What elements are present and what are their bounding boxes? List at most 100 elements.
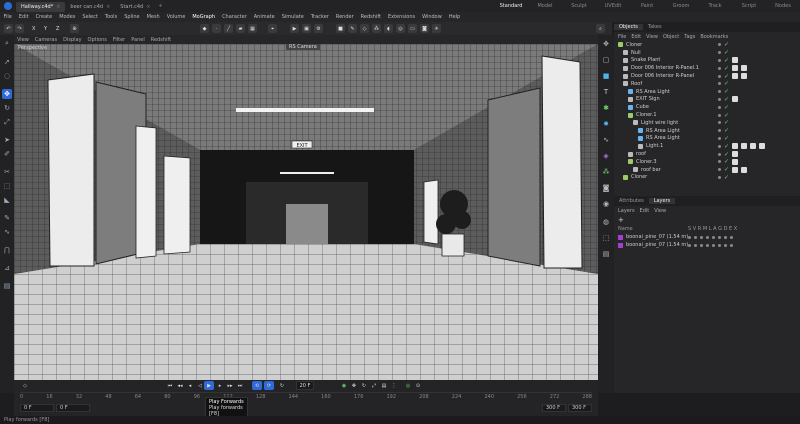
object-visibility-flags[interactable]: ✓ bbox=[718, 127, 729, 134]
model-mode-icon[interactable]: ◆ bbox=[200, 24, 209, 33]
keyframe-icon[interactable]: ◇ bbox=[20, 381, 30, 390]
timeline-ruler[interactable]: 0163248648096112128144160176192208224240… bbox=[20, 392, 592, 401]
object-row[interactable]: Cube ✓ bbox=[614, 103, 800, 111]
menu-select[interactable]: Select bbox=[79, 14, 101, 20]
render-picture-viewer-icon[interactable]: ▣ bbox=[302, 24, 311, 33]
preview-end-field[interactable]: 300 F bbox=[542, 404, 566, 412]
magnet-tool-icon[interactable]: ⋂ bbox=[2, 245, 12, 255]
document-tab-hallway[interactable]: Hallway.c4d* × bbox=[16, 1, 66, 12]
rotation-key-icon[interactable]: ↻ bbox=[360, 381, 368, 390]
viewport-menu-redshift[interactable]: Redshift bbox=[148, 37, 174, 43]
object-row[interactable]: Light wire light ✓ bbox=[614, 119, 800, 127]
mograph-icon[interactable]: ⁂ bbox=[601, 167, 611, 177]
add-layer-icon[interactable]: + bbox=[618, 216, 624, 224]
menu-spline[interactable]: Spline bbox=[121, 14, 143, 20]
render-view-icon[interactable]: ▶ bbox=[290, 24, 299, 33]
object-row[interactable]: Cloner.3 ✓ bbox=[614, 158, 800, 166]
layer-color-swatch[interactable] bbox=[618, 234, 623, 240]
object-tag-icon[interactable] bbox=[750, 143, 757, 150]
knife-tool-icon[interactable]: ✂ bbox=[2, 167, 12, 177]
object-tag-icon[interactable] bbox=[732, 151, 739, 158]
autokey-icon[interactable]: ⟳ bbox=[264, 381, 274, 390]
menu-mesh[interactable]: Mesh bbox=[143, 14, 163, 20]
search-commands-icon[interactable]: ⌕ bbox=[2, 38, 12, 48]
cursor-tool-icon[interactable]: ➤ bbox=[2, 135, 12, 145]
object-tag-icon[interactable] bbox=[732, 158, 739, 165]
object-tag-icon[interactable] bbox=[741, 143, 748, 150]
field-icon[interactable]: ◎ bbox=[396, 24, 405, 33]
uv-mode-icon[interactable]: ▦ bbox=[248, 24, 257, 33]
preview-start-field-2[interactable]: 0 F bbox=[56, 404, 90, 412]
menu-create[interactable]: Create bbox=[32, 14, 56, 20]
search-icon[interactable]: ⌕ bbox=[596, 24, 605, 33]
deformer-object-icon[interactable]: ◈ bbox=[601, 151, 611, 161]
menu-animate[interactable]: Animate bbox=[250, 14, 278, 20]
viewport-menu-options[interactable]: Options bbox=[85, 37, 110, 43]
cube-object-icon[interactable]: ■ bbox=[601, 71, 611, 81]
layer-flags[interactable] bbox=[688, 235, 733, 239]
new-tab-icon[interactable]: + bbox=[158, 3, 162, 9]
edges-mode-icon[interactable]: ╱ bbox=[224, 24, 233, 33]
object-row[interactable]: roof bar ✓ bbox=[614, 166, 800, 174]
close-tab-icon[interactable]: × bbox=[56, 4, 60, 10]
object-tag-icon[interactable] bbox=[732, 65, 739, 72]
object-row[interactable]: Door 006 Interior R-Panel.1 ✓ bbox=[614, 64, 800, 72]
objects-menu-edit[interactable]: Edit bbox=[631, 34, 641, 40]
layer-color-swatch[interactable] bbox=[618, 242, 623, 248]
object-visibility-flags[interactable]: ✓ bbox=[718, 158, 739, 165]
object-visibility-flags[interactable]: ✓ bbox=[718, 57, 739, 64]
go-to-start-icon[interactable]: ⏮ bbox=[166, 381, 174, 390]
rotate-tool-icon[interactable]: ↻ bbox=[2, 103, 12, 113]
frame-view-icon[interactable]: ▢ bbox=[601, 55, 611, 65]
object-visibility-flags[interactable]: ✓ bbox=[718, 65, 748, 72]
object-visibility-flags[interactable]: ✓ bbox=[718, 135, 729, 142]
document-tab-beer-can[interactable]: beer can.c4d × bbox=[65, 2, 115, 12]
viewport-menu-view[interactable]: View bbox=[14, 37, 32, 43]
object-row[interactable]: EXIT Sign ✓ bbox=[614, 96, 800, 104]
object-visibility-flags[interactable]: ✓ bbox=[718, 104, 729, 111]
objects-menu-view[interactable]: View bbox=[646, 34, 658, 40]
object-row[interactable]: Cloner.1 ✓ bbox=[614, 111, 800, 119]
viewport-menu-cameras[interactable]: Cameras bbox=[32, 37, 60, 43]
objects-menu-file[interactable]: File bbox=[618, 34, 626, 40]
menu-window[interactable]: Window bbox=[419, 14, 446, 20]
bevel-tool-icon[interactable]: ◣ bbox=[2, 195, 12, 205]
object-tag-icon[interactable] bbox=[741, 65, 748, 72]
menu-mograph[interactable]: MoGraph bbox=[189, 14, 219, 20]
menu-modes[interactable]: Modes bbox=[56, 14, 79, 20]
layers-menu-edit[interactable]: Edit bbox=[640, 208, 650, 214]
tab-attributes[interactable]: Attributes bbox=[614, 198, 649, 204]
objects-menu-tags[interactable]: Tags bbox=[684, 34, 695, 40]
texture-tool-icon[interactable]: ▤ bbox=[2, 281, 12, 291]
menu-simulate[interactable]: Simulate bbox=[278, 14, 307, 20]
object-row[interactable]: RS Area Light ✓ bbox=[614, 135, 800, 143]
render-settings-icon[interactable]: ⚙ bbox=[314, 24, 323, 33]
object-visibility-flags[interactable]: ✓ bbox=[718, 49, 729, 56]
object-row[interactable]: Cloner ✓ bbox=[614, 41, 800, 49]
layout-standard[interactable]: Standard bbox=[494, 3, 528, 9]
key-settings-icon[interactable]: ◎ bbox=[404, 381, 412, 390]
menu-tracker[interactable]: Tracker bbox=[307, 14, 332, 20]
snap-icon[interactable]: ⌖ bbox=[268, 24, 277, 33]
polygons-mode-icon[interactable]: ▰ bbox=[236, 24, 245, 33]
object-tag-icon[interactable] bbox=[741, 166, 748, 173]
layout-uvedit[interactable]: UVEdit bbox=[596, 3, 630, 9]
layers-menu-view[interactable]: View bbox=[654, 208, 666, 214]
preview-end-field-2[interactable]: 300 F bbox=[568, 404, 592, 412]
pla-key-icon[interactable]: ⋮ bbox=[390, 381, 398, 390]
objects-menu-bookmarks[interactable]: Bookmarks bbox=[700, 34, 728, 40]
pen-icon[interactable]: ✎ bbox=[348, 24, 357, 33]
object-tag-icon[interactable] bbox=[741, 73, 748, 80]
position-key-icon[interactable]: ✥ bbox=[350, 381, 358, 390]
object-row[interactable]: Light.1 ✓ bbox=[614, 142, 800, 150]
object-row[interactable]: Door 006 Interior R-Panel ✓ bbox=[614, 72, 800, 80]
text-object-icon[interactable]: T bbox=[601, 87, 611, 97]
next-frame-icon[interactable]: ▸ bbox=[216, 381, 224, 390]
record-keys-icon[interactable]: ⟲ bbox=[252, 381, 262, 390]
axis-y-toggle[interactable]: Y bbox=[42, 24, 49, 33]
object-visibility-flags[interactable]: ✓ bbox=[718, 151, 739, 158]
polygon-pen-icon[interactable]: ✐ bbox=[2, 149, 12, 159]
object-row[interactable]: roof ✓ bbox=[614, 150, 800, 158]
play-forwards-button[interactable]: ▶ bbox=[204, 381, 214, 390]
layer-row[interactable]: boonai_pine_07 (1.54 m) bbox=[614, 233, 800, 241]
